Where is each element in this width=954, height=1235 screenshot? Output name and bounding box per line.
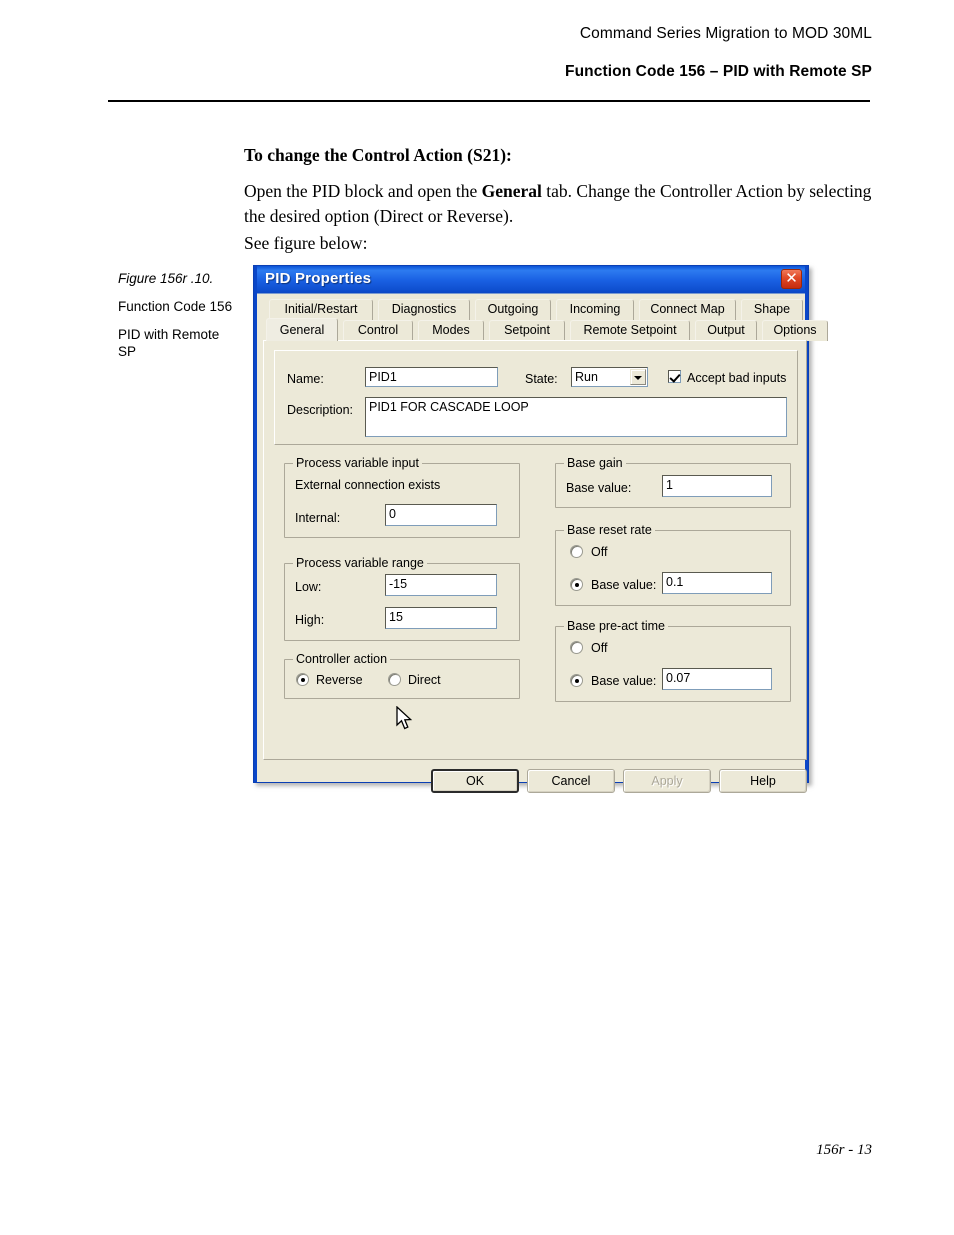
header-rule [108,100,870,102]
see-figure-text: See figure below: [244,233,368,253]
page-number: 156r - 13 [816,1142,872,1158]
base-preact-time-off-label[interactable]: Off [591,641,607,655]
dialog-title: PID Properties [265,270,372,287]
controller-action-direct-radio[interactable] [388,673,401,686]
base-preact-time-group-title: Base pre-act time [564,619,668,633]
state-dropdown-value: Run [575,370,598,384]
tab-strip: Initial/Restart Diagnostics Outgoing Incomi… [263,299,828,341]
base-reset-rate-group-title: Base reset rate [564,523,655,537]
tab-incoming[interactable]: Incoming [556,299,634,320]
base-gain-group-title: Base gain [564,456,626,470]
figure-caption: Figure 156r .10. Function Code 156 PID w… [118,270,240,371]
header-document-title: Command Series Migration to MOD 30ML [579,25,872,42]
base-gain-value-label: Base value: [566,481,632,495]
base-preact-time-off-radio[interactable] [570,641,583,654]
name-label: Name: [287,372,324,386]
process-variable-range-group: Process variable range Low: -15 High: 15 [284,556,520,641]
state-dropdown[interactable]: Run [571,367,648,387]
pv-high-label: High: [295,613,325,627]
identity-panel: Name: PID1 State: Run Accept bad inputs … [274,350,798,445]
process-variable-input-group: Process variable input External connecti… [284,456,520,538]
base-reset-rate-group: Base reset rate Off Base value: 0.1 [555,523,791,606]
tab-row-upper: Initial/Restart Diagnostics Outgoing Incomi… [263,299,807,320]
controller-action-reverse-label[interactable]: Reverse [316,673,363,687]
chevron-down-icon[interactable] [630,369,646,385]
controller-action-reverse-radio[interactable] [296,673,309,686]
external-connection-text: External connection exists [295,478,441,492]
instruction-text-bold: General [481,181,542,201]
pid-properties-dialog: PID Properties ✕ Initial/Restart Diagnost… [253,265,828,793]
dialog-titlebar[interactable]: PID Properties ✕ [257,266,805,293]
header-section-title: Function Code 156 – PID with Remote SP [565,63,872,80]
tab-output[interactable]: Output [695,320,757,341]
process-variable-range-group-title: Process variable range [293,556,427,570]
figure-caption-line1: Function Code 156 [118,299,233,314]
tab-remote-setpoint[interactable]: Remote Setpoint [570,320,690,341]
base-reset-rate-value-radio[interactable] [570,578,583,591]
base-reset-rate-off-label[interactable]: Off [591,545,607,559]
figure-caption-line2: PID with Remote SP [118,327,220,359]
tab-general[interactable]: General [266,318,338,341]
controller-action-group-title: Controller action [293,652,391,666]
internal-label: Internal: [295,511,341,525]
tab-shape[interactable]: Shape [741,299,803,320]
base-preact-time-value-label[interactable]: Base value: [591,674,656,688]
base-gain-group: Base gain Base value: 1 [555,456,791,508]
tab-setpoint[interactable]: Setpoint [489,320,565,341]
state-label: State: [525,372,558,386]
tab-connect-map[interactable]: Connect Map [639,299,736,320]
process-variable-input-group-title: Process variable input [293,456,422,470]
description-input[interactable]: PID1 FOR CASCADE LOOP [365,397,787,437]
dialog-body: Initial/Restart Diagnostics Outgoing Incomi… [257,293,828,793]
figure-caption-title: Figure 156r .10. [118,271,214,286]
base-reset-rate-off-radio[interactable] [570,545,583,558]
base-reset-rate-value-label[interactable]: Base value: [591,578,656,592]
close-icon[interactable]: ✕ [781,269,802,289]
tab-initial-restart[interactable]: Initial/Restart [269,299,373,320]
description-label: Description: [287,403,353,417]
base-preact-time-input[interactable]: 0.07 [662,668,772,690]
accept-bad-inputs-checkbox[interactable] [668,370,681,383]
base-preact-time-value-radio[interactable] [570,674,583,687]
help-button[interactable]: Help [719,769,807,793]
tab-control[interactable]: Control [343,320,413,341]
tab-modes[interactable]: Modes [418,320,484,341]
instruction-text-before: Open the PID block and open the [244,181,482,201]
controller-action-group: Controller action Reverse Direct [284,652,520,699]
tab-outgoing[interactable]: Outgoing [475,299,551,320]
base-reset-rate-input[interactable]: 0.1 [662,572,772,594]
tab-row-lower: General Control Modes Setpoint Remote Setpoi… [263,318,828,341]
base-gain-input[interactable]: 1 [662,475,772,497]
cancel-button[interactable]: Cancel [527,769,615,793]
pv-high-input[interactable]: 15 [385,607,497,629]
ok-button[interactable]: OK [431,769,519,793]
section-heading: To change the Control Action (S21): [244,145,512,165]
pv-low-input[interactable]: -15 [385,574,497,596]
apply-button: Apply [623,769,711,793]
base-preact-time-group: Base pre-act time Off Base value: 0.07 [555,619,791,702]
accept-bad-inputs-label: Accept bad inputs [687,371,787,385]
controller-action-direct-label[interactable]: Direct [408,673,441,687]
name-input[interactable]: PID1 [365,367,498,387]
internal-input[interactable]: 0 [385,504,497,526]
instruction-paragraph: Open the PID block and open the General … [244,179,874,229]
tab-diagnostics[interactable]: Diagnostics [378,299,470,320]
pv-low-label: Low: [295,580,322,594]
tab-options[interactable]: Options [762,320,828,341]
tab-panel-general: Name: PID1 State: Run Accept bad inputs … [263,340,807,760]
